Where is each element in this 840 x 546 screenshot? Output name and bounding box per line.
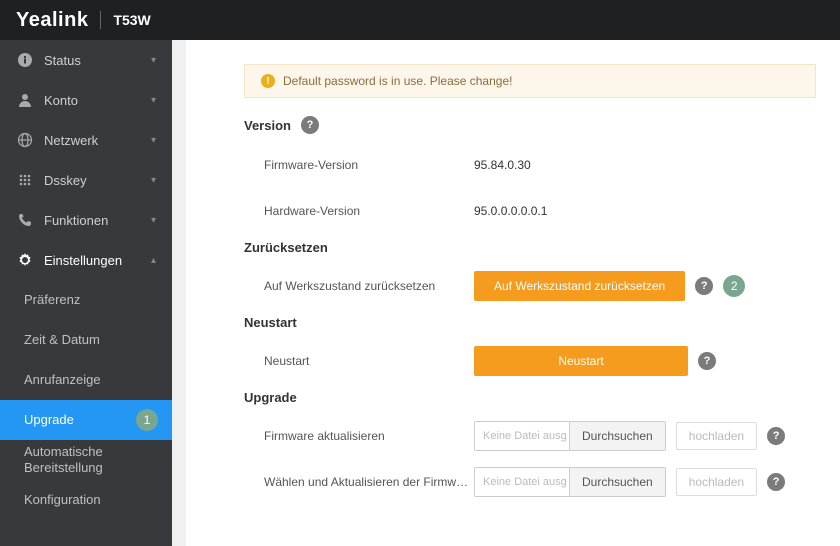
globe-icon xyxy=(16,131,34,149)
sidebar-sub-label: Konfiguration xyxy=(24,492,101,508)
factory-reset-label: Auf Werkszustand zurücksetzen xyxy=(264,279,474,293)
restart-label: Neustart xyxy=(264,354,474,368)
chevron-up-icon: ▴ xyxy=(151,255,156,266)
hardware-version-label: Hardware-Version xyxy=(264,204,474,218)
firmware-version-label: Firmware-Version xyxy=(264,158,474,172)
browse-button[interactable]: Durchsuchen xyxy=(569,422,665,450)
step-badge: 1 xyxy=(136,409,158,431)
firmware-version-value: 95.84.0.30 xyxy=(474,158,531,172)
sidebar-item-label: Netzwerk xyxy=(44,133,151,148)
sidebar-item-konto[interactable]: Konto ▾ xyxy=(0,80,172,120)
sidebar-item-status[interactable]: Status ▾ xyxy=(0,40,172,80)
sidebar-sub-label: Präferenz xyxy=(24,292,80,308)
section-reset: Zurücksetzen xyxy=(244,240,816,255)
sidebar-item-einstellungen[interactable]: Einstellungen ▴ xyxy=(0,240,172,280)
app-header: Yealink T53W xyxy=(0,0,840,40)
sidebar-sub-auto-bereitstellung[interactable]: Automatische Bereitstellung xyxy=(0,440,172,480)
chevron-down-icon: ▾ xyxy=(151,135,156,146)
select-firmware-label: Wählen und Aktualisieren der Firmware de… xyxy=(264,475,474,489)
sidebar-sub-konfiguration[interactable]: Konfiguration xyxy=(0,480,172,520)
sidebar-item-netzwerk[interactable]: Netzwerk ▾ xyxy=(0,120,172,160)
chevron-down-icon: ▾ xyxy=(151,215,156,226)
file-chooser[interactable]: Keine Datei ausg Durchsuchen xyxy=(474,467,666,497)
sidebar-item-funktionen[interactable]: Funktionen ▾ xyxy=(0,200,172,240)
hardware-version-value: 95.0.0.0.0.0.1 xyxy=(474,204,547,218)
sidebar-sub-label: Zeit & Datum xyxy=(24,332,100,348)
upload-button[interactable]: hochladen xyxy=(676,422,757,450)
sidebar-subnav: Präferenz Zeit & Datum Anrufanzeige Upgr… xyxy=(0,280,172,520)
upload-button[interactable]: hochladen xyxy=(676,468,757,496)
help-icon[interactable]: ? xyxy=(767,427,785,445)
section-upgrade: Upgrade xyxy=(244,390,816,405)
row-firmware-update: Firmware aktualisieren Keine Datei ausg … xyxy=(244,419,816,453)
chevron-down-icon: ▾ xyxy=(151,95,156,106)
scrollbar[interactable] xyxy=(172,40,186,546)
help-icon[interactable]: ? xyxy=(698,352,716,370)
firmware-update-label: Firmware aktualisieren xyxy=(264,429,474,443)
help-icon[interactable]: ? xyxy=(767,473,785,491)
row-restart: Neustart Neustart ? xyxy=(244,344,816,378)
user-icon xyxy=(16,91,34,109)
sidebar-sub-zeit-datum[interactable]: Zeit & Datum xyxy=(0,320,172,360)
browse-button[interactable]: Durchsuchen xyxy=(569,468,665,496)
gear-icon xyxy=(16,251,34,269)
info-icon xyxy=(16,51,34,69)
warning-text: Default password is in use. Please chang… xyxy=(283,74,512,88)
main-content: ! Default password is in use. Please cha… xyxy=(186,40,840,546)
help-icon[interactable]: ? xyxy=(695,277,713,295)
sidebar-item-label: Dsskey xyxy=(44,173,151,188)
section-title-text: Zurücksetzen xyxy=(244,240,328,255)
sidebar-item-dsskey[interactable]: Dsskey ▾ xyxy=(0,160,172,200)
section-restart: Neustart xyxy=(244,315,816,330)
row-firmware-version: Firmware-Version 95.84.0.30 xyxy=(244,148,816,182)
sidebar-sub-label: Upgrade xyxy=(24,412,74,428)
section-title-text: Neustart xyxy=(244,315,297,330)
step-badge: 2 xyxy=(723,275,745,297)
sidebar-item-label: Einstellungen xyxy=(44,253,151,268)
row-factory-reset: Auf Werkszustand zurücksetzen Auf Werksz… xyxy=(244,269,816,303)
section-title-text: Version xyxy=(244,118,291,133)
chevron-down-icon: ▾ xyxy=(151,175,156,186)
restart-button[interactable]: Neustart xyxy=(474,346,688,376)
header-divider xyxy=(100,11,101,29)
section-version: Version ? xyxy=(244,116,816,134)
model-name: T53W xyxy=(113,12,150,28)
sidebar: Status ▾ Konto ▾ Netzwerk ▾ xyxy=(0,40,172,546)
brand-logo: Yealink xyxy=(16,9,88,32)
chevron-down-icon: ▾ xyxy=(151,55,156,66)
row-select-firmware: Wählen und Aktualisieren der Firmware de… xyxy=(244,465,816,499)
sidebar-item-label: Status xyxy=(44,53,151,68)
file-placeholder: Keine Datei ausg xyxy=(475,468,569,496)
sidebar-sub-praeferenz[interactable]: Präferenz xyxy=(0,280,172,320)
file-chooser[interactable]: Keine Datei ausg Durchsuchen xyxy=(474,421,666,451)
factory-reset-button[interactable]: Auf Werkszustand zurücksetzen xyxy=(474,271,685,301)
help-icon[interactable]: ? xyxy=(301,116,319,134)
phone-icon xyxy=(16,211,34,229)
sidebar-item-label: Funktionen xyxy=(44,213,151,228)
warning-icon: ! xyxy=(261,74,275,88)
sidebar-sub-upgrade[interactable]: Upgrade 1 xyxy=(0,400,172,440)
sidebar-item-label: Konto xyxy=(44,93,151,108)
dialpad-icon xyxy=(16,171,34,189)
section-title-text: Upgrade xyxy=(244,390,297,405)
password-warning-banner: ! Default password is in use. Please cha… xyxy=(244,64,816,98)
row-hardware-version: Hardware-Version 95.0.0.0.0.0.1 xyxy=(244,194,816,228)
sidebar-sub-anrufanzeige[interactable]: Anrufanzeige xyxy=(0,360,172,400)
sidebar-sub-label: Automatische Bereitstellung xyxy=(24,444,172,475)
file-placeholder: Keine Datei ausg xyxy=(475,422,569,450)
sidebar-sub-label: Anrufanzeige xyxy=(24,372,101,388)
